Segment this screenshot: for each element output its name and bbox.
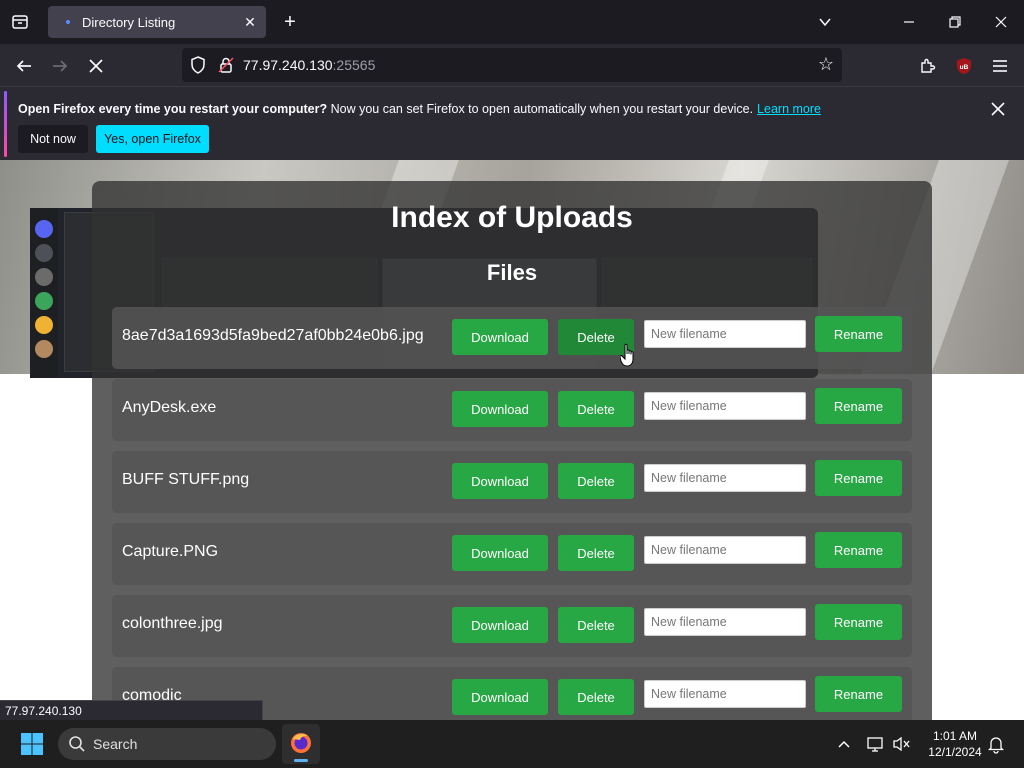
delete-button[interactable]: Delete: [558, 535, 634, 571]
rename-button[interactable]: Rename: [815, 676, 902, 712]
page-content: Index of Uploads Files 8ae7d3a1693d5fa9b…: [0, 160, 1024, 720]
clock-date: 12/1/2024: [928, 745, 982, 759]
rename-button[interactable]: Rename: [815, 532, 902, 568]
download-button[interactable]: Download: [452, 535, 548, 571]
close-tab-icon[interactable]: ✕: [240, 12, 260, 32]
ublock-badge-text: uB: [960, 64, 969, 71]
ublock-origin-icon[interactable]: uB: [950, 52, 978, 80]
rename-button[interactable]: Rename: [815, 460, 902, 496]
file-row: 8ae7d3a1693d5fa9bed27af0bb24e0b6.jpg Dow…: [112, 307, 912, 369]
file-row: BUFF STUFF.png Download Delete Rename: [112, 451, 912, 513]
notification-text: Now you can set Firefox to open automati…: [330, 102, 754, 116]
restore-icon[interactable]: [941, 8, 969, 36]
delete-button[interactable]: Delete: [558, 463, 634, 499]
windows-start-icon[interactable]: [20, 732, 44, 756]
new-filename-input[interactable]: [644, 608, 806, 636]
learn-more-link[interactable]: Learn more: [757, 102, 821, 116]
download-button[interactable]: Download: [452, 391, 548, 427]
url-text[interactable]: 77.97.240.130:25565: [243, 57, 375, 73]
file-name: 8ae7d3a1693d5fa9bed27af0bb24e0b6.jpg: [122, 327, 424, 344]
url-host: 77.97.240.130: [243, 57, 333, 73]
delete-button[interactable]: Delete: [558, 679, 634, 715]
yes-open-firefox-button[interactable]: Yes, open Firefox: [96, 125, 209, 153]
url-bar[interactable]: 77.97.240.130:25565 ☆: [182, 48, 842, 82]
download-button[interactable]: Download: [452, 607, 548, 643]
new-filename-input[interactable]: [644, 464, 806, 492]
firefox-view-icon[interactable]: [8, 10, 32, 34]
download-button[interactable]: Download: [452, 463, 548, 499]
stop-loading-icon[interactable]: [82, 52, 110, 80]
hamburger-menu-icon[interactable]: [986, 52, 1014, 80]
not-now-button[interactable]: Not now: [18, 125, 88, 153]
notification-bold-text: Open Firefox every time you restart your…: [18, 102, 328, 116]
search-icon: [68, 735, 86, 753]
notification-accent: [4, 91, 7, 157]
navigation-toolbar: 77.97.240.130:25565 ☆ uB: [0, 44, 1024, 86]
default-browser-notification: Open Firefox every time you restart your…: [0, 86, 1024, 160]
taskbar-search-box[interactable]: Search: [58, 728, 276, 760]
files-heading: Files: [486, 260, 538, 285]
insecure-lock-icon[interactable]: [216, 55, 236, 75]
url-port: :25565: [332, 57, 376, 73]
firefox-taskbar-icon[interactable]: [282, 724, 320, 764]
list-all-tabs-icon[interactable]: [811, 8, 839, 36]
notification-message: Open Firefox every time you restart your…: [18, 102, 821, 116]
uploads-panel: Index of Uploads Files 8ae7d3a1693d5fa9b…: [92, 181, 932, 720]
loading-dot-icon: [60, 14, 76, 30]
download-button[interactable]: Download: [452, 679, 548, 715]
delete-button[interactable]: Delete: [558, 391, 634, 427]
rename-button[interactable]: Rename: [815, 316, 902, 352]
extensions-icon[interactable]: [914, 52, 942, 80]
new-filename-input[interactable]: [644, 392, 806, 420]
file-name: BUFF STUFF.png: [122, 471, 250, 488]
download-button[interactable]: Download: [452, 319, 548, 355]
file-name: Capture.PNG: [122, 543, 219, 560]
close-notification-icon[interactable]: [988, 99, 1008, 119]
tab-directory-listing[interactable]: Directory Listing ✕: [48, 6, 266, 38]
taskbar-clock[interactable]: 1:01 AM 12/1/2024: [918, 728, 992, 760]
minimize-icon[interactable]: [895, 8, 923, 36]
forward-icon[interactable]: [46, 52, 74, 80]
file-name: AnyDesk.exe: [122, 399, 217, 416]
delete-button[interactable]: Delete: [558, 607, 634, 643]
volume-muted-icon[interactable]: [892, 734, 912, 754]
status-link-tooltip: 77.97.240.130: [0, 700, 263, 720]
tracking-protection-icon[interactable]: [188, 55, 208, 75]
rename-button[interactable]: Rename: [815, 388, 902, 424]
file-row: AnyDesk.exe Download Delete Rename: [112, 379, 912, 441]
file-row: Capture.PNG Download Delete Rename: [112, 523, 912, 585]
active-app-indicator: [294, 759, 308, 762]
clock-time: 1:01 AM: [932, 729, 978, 743]
file-name: colonthree.jpg: [122, 615, 223, 632]
new-filename-input[interactable]: [644, 536, 806, 564]
new-filename-input[interactable]: [644, 680, 806, 708]
close-window-icon[interactable]: [987, 8, 1015, 36]
notification-bell-icon[interactable]: [986, 734, 1006, 754]
file-row: colonthree.jpg Download Delete Rename: [112, 595, 912, 657]
new-filename-input[interactable]: [644, 320, 806, 348]
page-title: Index of Uploads: [391, 201, 633, 234]
tab-title: Directory Listing: [82, 14, 176, 30]
network-icon[interactable]: [866, 734, 886, 754]
new-tab-icon[interactable]: +: [278, 10, 302, 34]
hand-cursor-icon: [619, 343, 640, 369]
bookmark-star-icon[interactable]: ☆: [816, 54, 836, 74]
back-icon[interactable]: [10, 52, 38, 80]
windows-taskbar: Search 1:01 AM 12/1/2024: [0, 720, 1024, 768]
search-label: Search: [93, 736, 138, 752]
tab-strip: Directory Listing ✕ +: [0, 0, 1024, 44]
rename-button[interactable]: Rename: [815, 604, 902, 640]
show-hidden-icons-chevron[interactable]: [834, 734, 854, 754]
